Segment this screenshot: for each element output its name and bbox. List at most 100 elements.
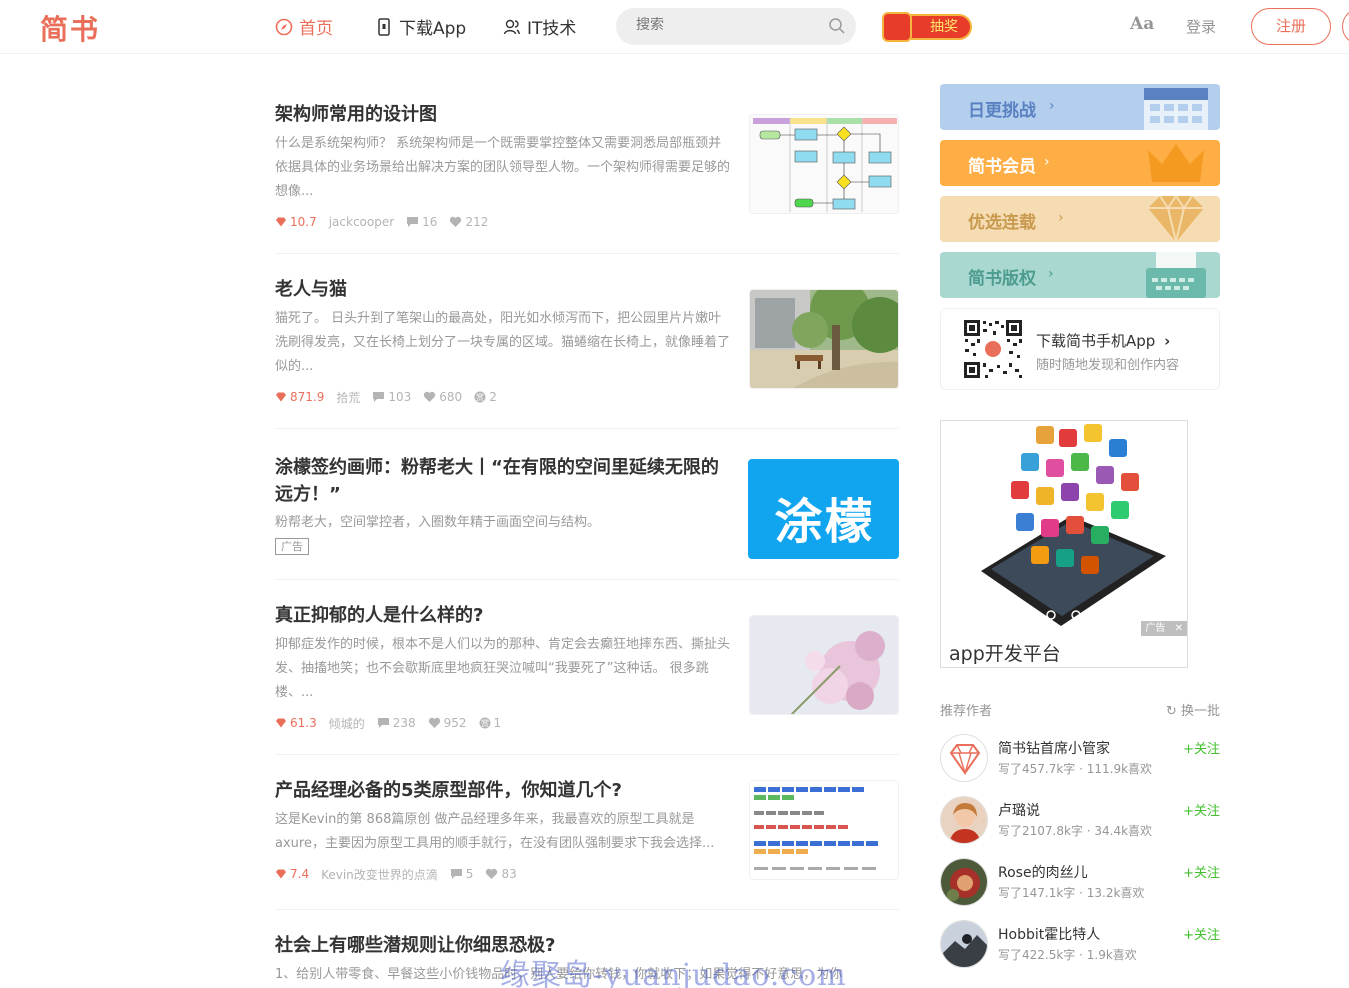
article-item[interactable]: 真正抑郁的人是什么样的? 抑郁症发作的时候，根本不是人们以为的那种、肯定会去癫狂… [275,580,899,755]
login-link[interactable]: 登录 [1186,16,1216,37]
article-item[interactable]: 产品经理必备的5类原型部件，你知道几个? 这是Kevin的第 868篇原创 做产… [275,755,899,910]
sidebar-ad[interactable]: 广告 ✕ app开发平台 [940,420,1188,668]
article-title[interactable]: 架构师常用的设计图 [275,101,725,128]
reward-icon: 赏 [474,391,486,403]
search-icon[interactable] [828,17,846,35]
download-app-card[interactable]: 下载简书手机App › 随时随地发现和创作内容 [940,308,1220,390]
author-name[interactable]: 卢璐说 [998,800,1040,820]
font-size-toggle[interactable]: Aa [1130,14,1154,34]
board-label: 日更挑战 [968,101,1036,121]
article-thumbnail[interactable] [749,615,899,715]
article-meta: 871.9 拾荒 103 680 赏 2 [275,388,497,406]
author-item[interactable]: Hobbit霍比特人 写了422.5k字 · 1.9k喜欢 +关注 [940,920,1220,970]
article-title[interactable]: 老人与猫 [275,276,725,303]
avatar[interactable] [940,920,988,968]
article-item[interactable]: 架构师常用的设计图 什么是系统架构师？ 系统架构师是一个既需要掌控整体又需要洞悉… [275,70,899,254]
article-abstract: 什么是系统架构师？ 系统架构师是一个既需要掌控整体又需要洞悉局部瓶颈并依据具体的… [275,136,731,199]
brand-logo-text: 涂檬 [774,494,875,550]
chevron-right-icon: › [1044,154,1050,170]
ad-mark[interactable]: 广告 ✕ [1141,621,1187,636]
author-item[interactable]: 卢璐说 写了2107.8k字 · 34.4k喜欢 +关注 [940,796,1220,846]
article-abstract: 这是Kevin的第 868篇原创 做产品经理多年来，我最喜欢的原型工具就是axu… [275,812,715,851]
board-copyright[interactable]: 简书版权 › [940,252,1220,298]
avatar[interactable] [940,796,988,844]
nav-home-label: 首页 [299,19,333,39]
article-thumbnail[interactable] [749,780,899,880]
avatar[interactable] [940,734,988,782]
article-item-ad[interactable]: 涂檬签约画师：粉帮老大丨“在有限的空间里延续无限的远方！” 粉帮老大，空间掌控者… [275,429,899,580]
diamond-board-icon [1148,196,1204,242]
nav-home[interactable]: 首页 [275,14,333,39]
chevron-right-icon: › [1048,266,1054,282]
comment-count[interactable]: 16 [406,215,437,229]
lottery-button[interactable]: 抽奖 [882,12,974,42]
reward-count: 赏 2 [474,390,497,404]
board-daily-challenge[interactable]: 日更挑战 › [940,84,1220,130]
comment-count[interactable]: 238 [377,716,416,730]
article-author[interactable]: 倾城的 [329,715,365,732]
register-button[interactable]: 注册 [1251,8,1331,45]
follow-button[interactable]: +关注 [1183,800,1220,819]
article-meta: 10.7 jackcooper 16 212 [275,213,488,231]
author-stats: 写了457.7k字 · 111.9k喜欢 [998,762,1153,776]
close-icon[interactable]: ✕ [1175,623,1183,634]
write-button-edge[interactable] [1342,8,1349,45]
reward-icon: 赏 [479,717,491,729]
article-author[interactable]: jackcooper [329,215,394,229]
comment-count[interactable]: 5 [450,867,473,881]
like-count: 952 [428,716,467,730]
article-thumbnail[interactable] [749,114,899,214]
follow-button[interactable]: +关注 [1183,924,1220,943]
diamond-icon [276,217,286,227]
article-author[interactable]: 拾荒 [336,389,360,406]
avatar[interactable] [940,858,988,906]
author-item[interactable]: Rose的肉丝儿 写了147.1k字 · 13.2k喜欢 +关注 [940,858,1220,908]
search-box[interactable] [616,8,856,45]
red-envelope-icon [882,12,912,42]
like-count: 83 [485,867,517,881]
author-stats: 写了147.1k字 · 13.2k喜欢 [998,886,1145,900]
svg-text:赏: 赏 [476,392,484,402]
article-title[interactable]: 产品经理必备的5类原型部件，你知道几个? [275,777,725,804]
crown-icon [1148,144,1204,182]
heart-icon [450,216,462,227]
comment-icon [407,217,419,227]
author-item[interactable]: 简书钻首席小管家 写了457.7k字 · 111.9k喜欢 +关注 [940,734,1220,784]
qr-code-icon [963,319,1023,379]
author-name[interactable]: 简书钻首席小管家 [998,738,1110,758]
author-name[interactable]: Hobbit霍比特人 [998,924,1100,944]
comment-count[interactable]: 103 [372,390,411,404]
search-input[interactable] [636,17,816,33]
article-abstract: 抑郁症发作的时候，根本不是人们以为的那种、肯定会去癫狂地摔东西、撕扯头发、抽搐地… [275,637,731,700]
comment-icon [377,718,389,728]
board-membership[interactable]: 简书会员 › [940,140,1220,186]
article-author[interactable]: Kevin改变世界的点滴 [321,866,438,883]
article-thumbnail[interactable] [749,289,899,389]
chevron-right-icon: › [1058,210,1064,226]
nav-download-app[interactable]: 下载App [375,14,466,39]
site-logo[interactable]: 简书 [40,8,100,48]
article-meta: 7.4 Kevin改变世界的点滴 5 83 [275,865,517,883]
phone-icon [375,17,393,36]
diamond-count: 61.3 [275,716,317,730]
article-abstract: 猫死了。 日头升到了笔架山的最高处，阳光如水倾泻而下，把公园里片片嫩叶洗刷得发亮… [275,311,731,374]
compass-icon [275,18,293,36]
article-abstract: 粉帮老大，空间掌控者，入圈数年精于画面空间与结构。 [275,515,601,530]
board-serials[interactable]: 优选连载 › [940,196,1220,242]
watermark-text: 缘聚岛-yuanjudao.com [500,958,847,988]
diamond-count: 7.4 [275,867,309,881]
nav-it-tech[interactable]: IT技术 [503,14,576,39]
like-count: 212 [449,215,488,229]
follow-button[interactable]: +关注 [1183,862,1220,881]
chevron-right-icon: › [1164,332,1171,350]
author-name[interactable]: Rose的肉丝儿 [998,862,1088,882]
board-label: 简书会员 [968,157,1036,177]
article-title[interactable]: 真正抑郁的人是什么样的? [275,602,725,629]
article-item[interactable]: 老人与猫 猫死了。 日头升到了笔架山的最高处，阳光如水倾泻而下，把公园里片片嫩叶… [275,254,899,429]
download-title: 下载简书手机App › [1036,332,1171,350]
swap-button[interactable]: ↻ 换一批 [1166,700,1220,719]
follow-button[interactable]: +关注 [1183,738,1220,757]
heart-icon [424,391,436,402]
article-thumbnail[interactable]: 涂檬 [748,459,899,559]
article-title[interactable]: 涂檬签约画师：粉帮老大丨“在有限的空间里延续无限的远方！” [275,454,725,508]
